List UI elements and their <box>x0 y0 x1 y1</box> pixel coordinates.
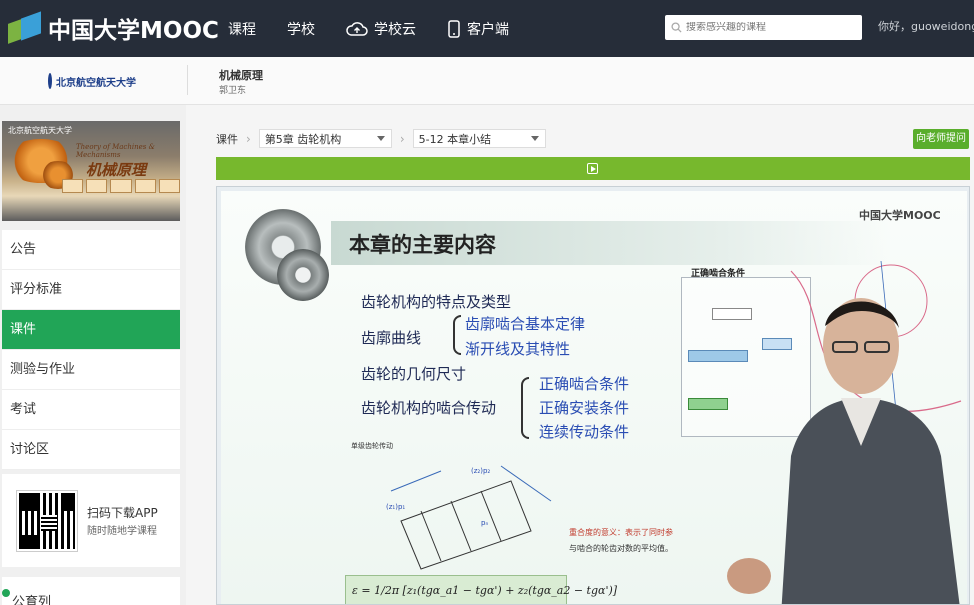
school-seal-icon <box>48 73 52 89</box>
chevron-down-icon <box>530 136 539 141</box>
user-greeting[interactable]: 你好，guoweidong <box>878 18 974 34</box>
slide-line: 正确啮合条件 <box>539 375 630 393</box>
phone-icon <box>448 19 460 38</box>
section-select-value: 5-12 本章小结 <box>418 132 492 146</box>
slide-line: 齿轮机构的啮合传动 <box>361 399 497 417</box>
course-teacher[interactable]: 郭卫东 <box>219 83 246 96</box>
slide-title: 本章的主要内容 <box>349 232 496 257</box>
qr-code-icon <box>16 490 78 552</box>
cloud-icon <box>346 21 368 36</box>
chevron-right-icon: › <box>399 131 405 146</box>
cover-strip <box>62 179 180 193</box>
menu-item-announcements[interactable]: 公告 <box>2 230 180 270</box>
course-menu: 公告 评分标准 课件 测验与作业 考试 讨论区 <box>2 230 180 470</box>
school-name: 北京航空航天大学 <box>56 77 136 89</box>
top-navigation-bar: 中国大学MOOC 课程 学校 学校云 客户端 你好，guoweidong <box>0 0 974 57</box>
lecture-slide: 本章的主要内容 中国大学MOOC 齿轮机构的特点及类型 齿廓曲线 齿廓啮合基本定… <box>221 191 967 604</box>
note-text: 与啮合的轮齿对数的平均值。 <box>569 544 673 553</box>
header-divider <box>187 65 188 95</box>
video-player[interactable]: 本章的主要内容 中国大学MOOC 齿轮机构的特点及类型 齿廓曲线 齿廓啮合基本定… <box>216 186 970 605</box>
course-title: 机械原理 <box>219 69 263 82</box>
search-box[interactable] <box>665 15 862 40</box>
nav-label: 学校云 <box>374 21 416 38</box>
ask-teacher-button[interactable]: 向老师提问 <box>913 129 969 149</box>
chevron-right-icon: › <box>246 131 251 146</box>
breadcrumb-root[interactable]: 课件 <box>216 131 238 147</box>
cover-school: 北京航空航天大学 <box>8 126 72 135</box>
nav-courses[interactable]: 课程 <box>228 19 256 39</box>
slide-line: 正确安装条件 <box>539 399 630 417</box>
sidebar-more-label: 公育列 <box>12 595 52 605</box>
sidebar-more-item[interactable]: 公育列 <box>2 577 180 605</box>
media-toolbar <box>216 157 970 180</box>
svg-text:(z₁)p₁: (z₁)p₁ <box>386 503 405 511</box>
nav-schools[interactable]: 学校 <box>287 19 315 39</box>
status-dot-icon <box>2 589 10 597</box>
nav-label: 课程 <box>228 21 256 38</box>
nav-school-cloud[interactable]: 学校云 <box>346 19 416 39</box>
slide-line: 齿轮机构的特点及类型 <box>361 293 512 311</box>
course-cover-image: 北京航空航天大学 Theory of Machines & Mechanisms… <box>2 121 180 221</box>
app-download-subtitle: 随时随地学课程 <box>87 526 157 537</box>
search-icon <box>671 22 682 33</box>
course-header: 北京航空航天大学 机械原理 郭卫东 <box>0 57 974 105</box>
brace <box>521 377 529 439</box>
menu-item-quizzes[interactable]: 测验与作业 <box>2 350 180 390</box>
school-logo[interactable]: 北京航空航天大学 <box>48 69 136 93</box>
diagram-label: 单级齿轮传动 <box>351 442 393 450</box>
svg-text:(z₂)p₂: (z₂)p₂ <box>471 467 490 475</box>
breadcrumb: 课件 › 第5章 齿轮机构 › 5-12 本章小结 <box>216 129 546 148</box>
cover-title: 机械原理 <box>86 161 147 179</box>
gear-icon <box>277 249 329 301</box>
svg-text:pₙ: pₙ <box>481 519 488 527</box>
logo-text: 中国大学MOOC <box>48 18 219 44</box>
slide-line: 齿轮的几何尺寸 <box>361 365 467 383</box>
play-icon[interactable] <box>587 163 598 174</box>
chevron-down-icon <box>376 136 385 141</box>
menu-item-forum[interactable]: 讨论区 <box>2 430 180 470</box>
nav-label: 客户端 <box>467 21 509 38</box>
slide-watermark: 中国大学MOOC <box>859 209 941 222</box>
chapter-select-value: 第5章 齿轮机构 <box>264 132 342 146</box>
slide-line: 连续传动条件 <box>539 423 630 441</box>
presenter-image <box>727 298 960 604</box>
note-text: 重合度的意义：表示了同时参 <box>569 528 673 537</box>
mooc-logo-icon <box>8 11 42 44</box>
cover-subtitle: Theory of Machines & Mechanisms <box>76 143 155 159</box>
menu-item-grading[interactable]: 评分标准 <box>2 270 180 310</box>
section-select[interactable]: 5-12 本章小结 <box>412 129 546 148</box>
slide-line: 渐开线及其特性 <box>465 340 571 358</box>
menu-item-courseware[interactable]: 课件 <box>2 310 180 350</box>
slide-line: 齿廓曲线 <box>361 329 422 347</box>
contact-ratio-formula: ε = 1/2π [z₁(tgα_a1 − tgα') + z₂(tgα_a2 … <box>345 575 617 604</box>
app-download-box[interactable]: 扫码下载APP 随时随地学课程 <box>2 474 180 567</box>
search-input[interactable] <box>686 22 856 33</box>
main-nav: 课程 学校 学校云 客户端 <box>228 0 540 57</box>
nav-label: 学校 <box>287 21 315 38</box>
brace <box>453 315 461 355</box>
chapter-select[interactable]: 第5章 齿轮机构 <box>258 129 392 148</box>
mooc-logo[interactable]: 中国大学MOOC <box>8 11 219 45</box>
app-download-title: 扫码下载APP <box>87 506 158 520</box>
menu-item-exams[interactable]: 考试 <box>2 390 180 430</box>
slide-line: 齿廓啮合基本定律 <box>465 315 586 333</box>
gear-mesh-diagram: (z₁)p₁ (z₂)p₂ pₙ <box>386 465 552 570</box>
course-sidebar: 北京航空航天大学 Theory of Machines & Mechanisms… <box>0 105 186 605</box>
nav-client[interactable]: 客户端 <box>447 19 509 39</box>
